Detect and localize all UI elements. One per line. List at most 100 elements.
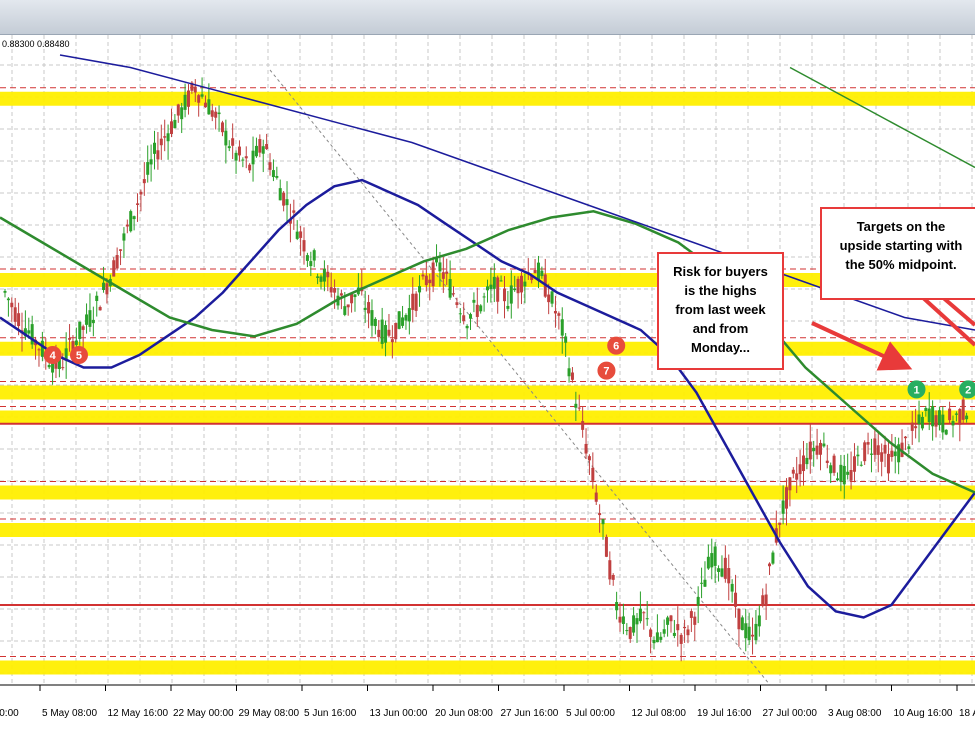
candle-body xyxy=(333,288,337,293)
candle-body xyxy=(271,170,275,178)
candle-body xyxy=(781,500,785,514)
candle-body xyxy=(859,464,863,466)
candle-body xyxy=(136,203,140,205)
annotation-line: from last week xyxy=(675,302,766,317)
candle-body xyxy=(122,233,126,241)
candle-body xyxy=(200,94,204,97)
candle-body xyxy=(700,582,704,584)
candle-body xyxy=(903,436,907,439)
candle-body xyxy=(540,270,544,277)
candle-body xyxy=(941,414,945,433)
candle-body xyxy=(880,452,884,462)
candle-body xyxy=(176,104,180,116)
candle-body xyxy=(462,315,466,322)
candle-body xyxy=(611,574,615,580)
candle-body xyxy=(659,636,663,640)
swing-marker-label: 1 xyxy=(913,384,919,396)
candle-body xyxy=(846,471,850,475)
candle-body xyxy=(553,311,557,314)
candle-body xyxy=(723,557,727,579)
annotation-line: is the highs xyxy=(684,283,756,298)
candle-body xyxy=(931,406,935,427)
x-tick-label: 5 May 08:00 xyxy=(42,708,97,719)
candle-body xyxy=(961,399,965,420)
candle-body xyxy=(808,441,812,460)
candle-body xyxy=(207,99,211,115)
x-tick-label: 5 Jun 16:00 xyxy=(304,708,357,719)
candle-body xyxy=(98,307,102,311)
candle-body xyxy=(679,634,683,644)
x-tick-label: 19 Jul 16:00 xyxy=(697,708,752,719)
candle-body xyxy=(401,317,405,326)
swing-marker-label: 5 xyxy=(76,350,82,362)
candle-body xyxy=(105,283,109,295)
candle-body xyxy=(506,305,510,309)
candle-body xyxy=(754,623,758,641)
candle-body xyxy=(13,307,17,322)
candle-body xyxy=(591,467,595,481)
candle-body xyxy=(309,261,313,267)
candle-body xyxy=(119,249,123,251)
candle-body xyxy=(825,460,829,463)
candle-body xyxy=(251,150,255,165)
candle-body xyxy=(214,111,218,118)
candle-body xyxy=(186,90,190,107)
candle-body xyxy=(954,413,958,415)
candle-body xyxy=(302,240,306,252)
candle-body xyxy=(621,616,625,624)
candle-body xyxy=(139,191,143,195)
candle-body xyxy=(441,272,445,279)
candle-body xyxy=(496,277,500,302)
candle-body xyxy=(618,616,622,623)
candle-body xyxy=(397,311,401,329)
candle-body xyxy=(927,408,931,423)
support-zone xyxy=(0,341,975,356)
candle-body xyxy=(873,438,877,455)
candle-body xyxy=(346,304,350,308)
candle-body xyxy=(91,319,95,324)
candle-body xyxy=(197,95,201,103)
candle-body xyxy=(193,86,197,93)
candle-body xyxy=(153,142,157,154)
candle-body xyxy=(363,307,367,310)
candle-body xyxy=(6,298,10,301)
swing-marker-label: 2 xyxy=(965,384,971,396)
candle-body xyxy=(730,583,734,592)
candle-body xyxy=(384,325,388,343)
candle-body xyxy=(577,407,581,409)
window-titlebar[interactable] xyxy=(0,0,975,35)
candle-body xyxy=(465,325,469,329)
support-zone xyxy=(0,660,975,675)
candle-body xyxy=(47,365,51,368)
candle-body xyxy=(570,372,574,380)
support-zone xyxy=(0,485,975,500)
candle-body xyxy=(920,416,924,429)
candle-body xyxy=(482,296,486,298)
candle-body xyxy=(965,415,969,420)
candle-body xyxy=(662,629,666,634)
candle-body xyxy=(703,579,707,587)
candle-body xyxy=(492,276,496,289)
candle-body xyxy=(458,313,462,315)
candle-body xyxy=(316,276,320,278)
candle-body xyxy=(812,447,816,452)
candle-body xyxy=(615,602,619,611)
candle-body xyxy=(234,152,238,161)
candle-body xyxy=(227,146,231,149)
candle-body xyxy=(863,442,867,462)
candle-body xyxy=(312,250,316,261)
candle-body xyxy=(132,216,136,220)
candle-body xyxy=(61,367,65,369)
candle-body xyxy=(757,615,761,627)
candle-body xyxy=(917,414,921,424)
candle-body xyxy=(421,274,425,277)
candle-body xyxy=(74,340,78,345)
support-zone xyxy=(0,410,975,425)
candle-body xyxy=(720,568,724,577)
price-chart[interactable]: 4 5 6 7 1 2 Risk for buyers is the highs from l… xyxy=(0,35,975,731)
chart-background xyxy=(0,35,975,731)
candle-body xyxy=(822,443,826,447)
candle-body xyxy=(744,623,748,639)
candle-body xyxy=(557,313,561,316)
candle-body xyxy=(737,608,741,630)
